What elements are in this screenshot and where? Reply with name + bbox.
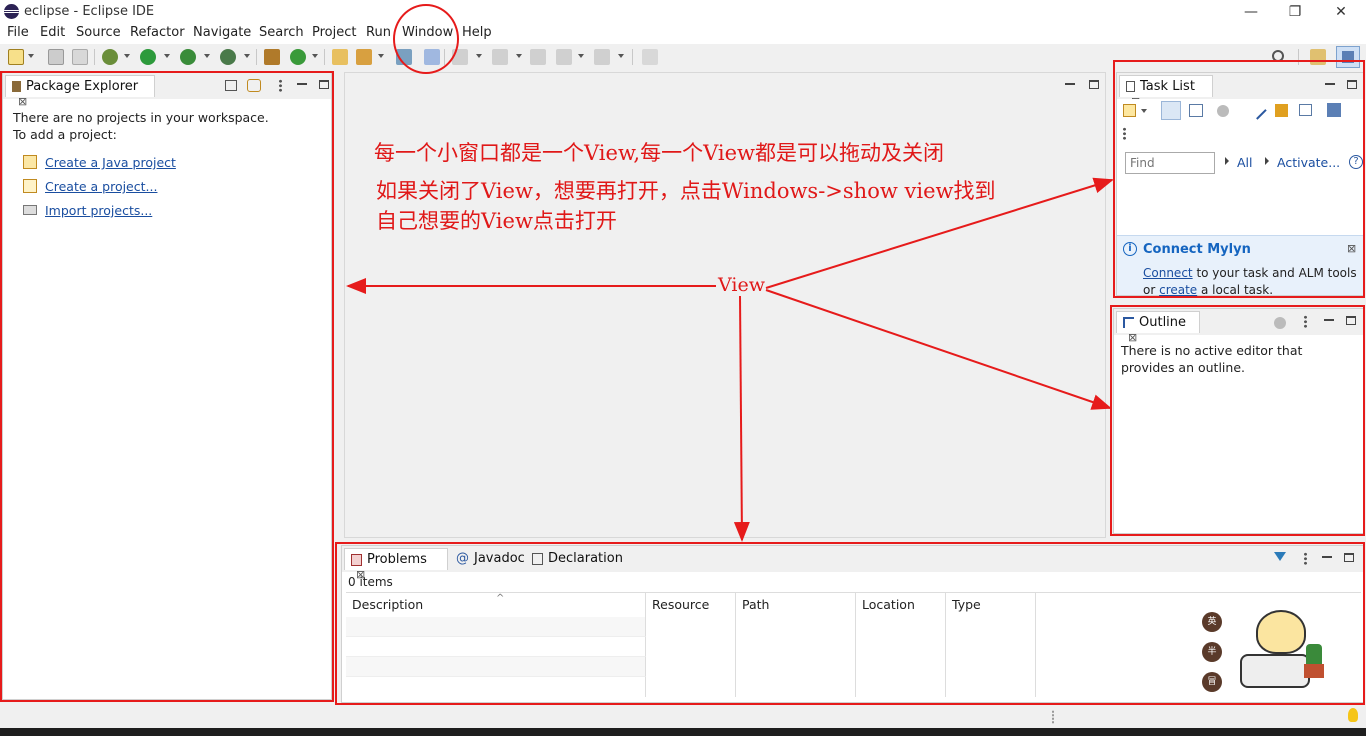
status-bar: [0, 706, 1366, 728]
pin-editor-icon[interactable]: [642, 49, 658, 65]
menu-run[interactable]: Run: [366, 25, 391, 40]
badge-half: 半: [1202, 642, 1222, 662]
back-dropdown-icon[interactable]: [578, 54, 584, 58]
laptop-icon: [1240, 654, 1310, 688]
last-edit-icon[interactable]: [530, 49, 546, 65]
highlight-task-list: [1113, 60, 1365, 298]
menu-refactor[interactable]: Refactor: [130, 25, 185, 40]
open-task-icon[interactable]: [356, 49, 372, 65]
menu-source[interactable]: Source: [76, 25, 121, 40]
prev-annotation-dropdown-icon[interactable]: [516, 54, 522, 58]
menu-bar: File Edit Source Refactor Navigate Searc…: [0, 24, 1366, 44]
open-type-icon[interactable]: [332, 49, 348, 65]
prev-annotation-icon[interactable]: [492, 49, 508, 65]
back-icon[interactable]: [556, 49, 572, 65]
window-menu-highlight-circle: [393, 4, 459, 74]
pot-icon: [1304, 664, 1324, 678]
menu-file[interactable]: File: [7, 25, 29, 40]
open-task-dropdown-icon[interactable]: [378, 54, 384, 58]
forward-dropdown-icon[interactable]: [618, 54, 624, 58]
external-tools-dropdown-icon[interactable]: [244, 54, 250, 58]
toolbar-separator: [94, 49, 95, 65]
annotation-line-2: 如果关闭了View，想要再打开，点击Windows->show view找到: [376, 179, 996, 203]
os-taskbar: [0, 728, 1366, 736]
toolbar-separator: [256, 49, 257, 65]
tip-lightbulb-icon[interactable]: [1348, 708, 1358, 722]
new-dropdown-icon[interactable]: [28, 54, 34, 58]
debug-dropdown-icon[interactable]: [124, 54, 130, 58]
badge-english: 英: [1202, 612, 1222, 632]
cartoon-head-icon: [1256, 610, 1306, 654]
editor-minimize-icon[interactable]: [1065, 83, 1075, 85]
menu-navigate[interactable]: Navigate: [193, 25, 251, 40]
toolbar-separator: [632, 49, 633, 65]
debug-icon[interactable]: [102, 49, 118, 65]
annotation-line-1: 每一个小窗口都是一个View,每一个View都是可以拖动及关闭: [374, 141, 945, 165]
menu-search[interactable]: Search: [259, 25, 304, 40]
new-java-package-icon[interactable]: [264, 49, 280, 65]
new-class-dropdown-icon[interactable]: [312, 54, 318, 58]
badge-cap: 冒: [1202, 672, 1222, 692]
new-java-class-icon[interactable]: [290, 49, 306, 65]
eclipse-logo-icon: [4, 4, 19, 19]
menu-edit[interactable]: Edit: [40, 25, 65, 40]
new-icon[interactable]: [8, 49, 24, 65]
external-tools-icon[interactable]: [220, 49, 236, 65]
annotation-dropdown-icon[interactable]: [476, 54, 482, 58]
status-separator: [1052, 710, 1054, 724]
title-bar: eclipse - Eclipse IDE — ❐ ✕: [0, 0, 1366, 24]
editor-maximize-icon[interactable]: [1089, 80, 1099, 89]
menu-project[interactable]: Project: [312, 25, 356, 40]
cartoon-sticker: 英 半 冒: [1200, 608, 1340, 696]
save-icon[interactable]: [48, 49, 64, 65]
forward-icon[interactable]: [594, 49, 610, 65]
plant-icon: [1306, 644, 1322, 666]
highlight-outline: [1110, 305, 1365, 536]
run-icon[interactable]: [140, 49, 156, 65]
annotation-line-3: 自己想要的View点击打开: [376, 209, 617, 233]
window-title: eclipse - Eclipse IDE: [24, 4, 155, 19]
annotation-view-label: View: [718, 274, 765, 296]
restore-button[interactable]: ❐: [1272, 0, 1318, 24]
save-all-icon[interactable]: [72, 49, 88, 65]
coverage-dropdown-icon[interactable]: [204, 54, 210, 58]
menu-help[interactable]: Help: [462, 25, 492, 40]
minimize-button[interactable]: —: [1228, 0, 1274, 24]
close-button[interactable]: ✕: [1318, 0, 1364, 24]
coverage-icon[interactable]: [180, 49, 196, 65]
highlight-package-explorer: [0, 71, 334, 702]
toolbar-separator: [324, 49, 325, 65]
run-dropdown-icon[interactable]: [164, 54, 170, 58]
